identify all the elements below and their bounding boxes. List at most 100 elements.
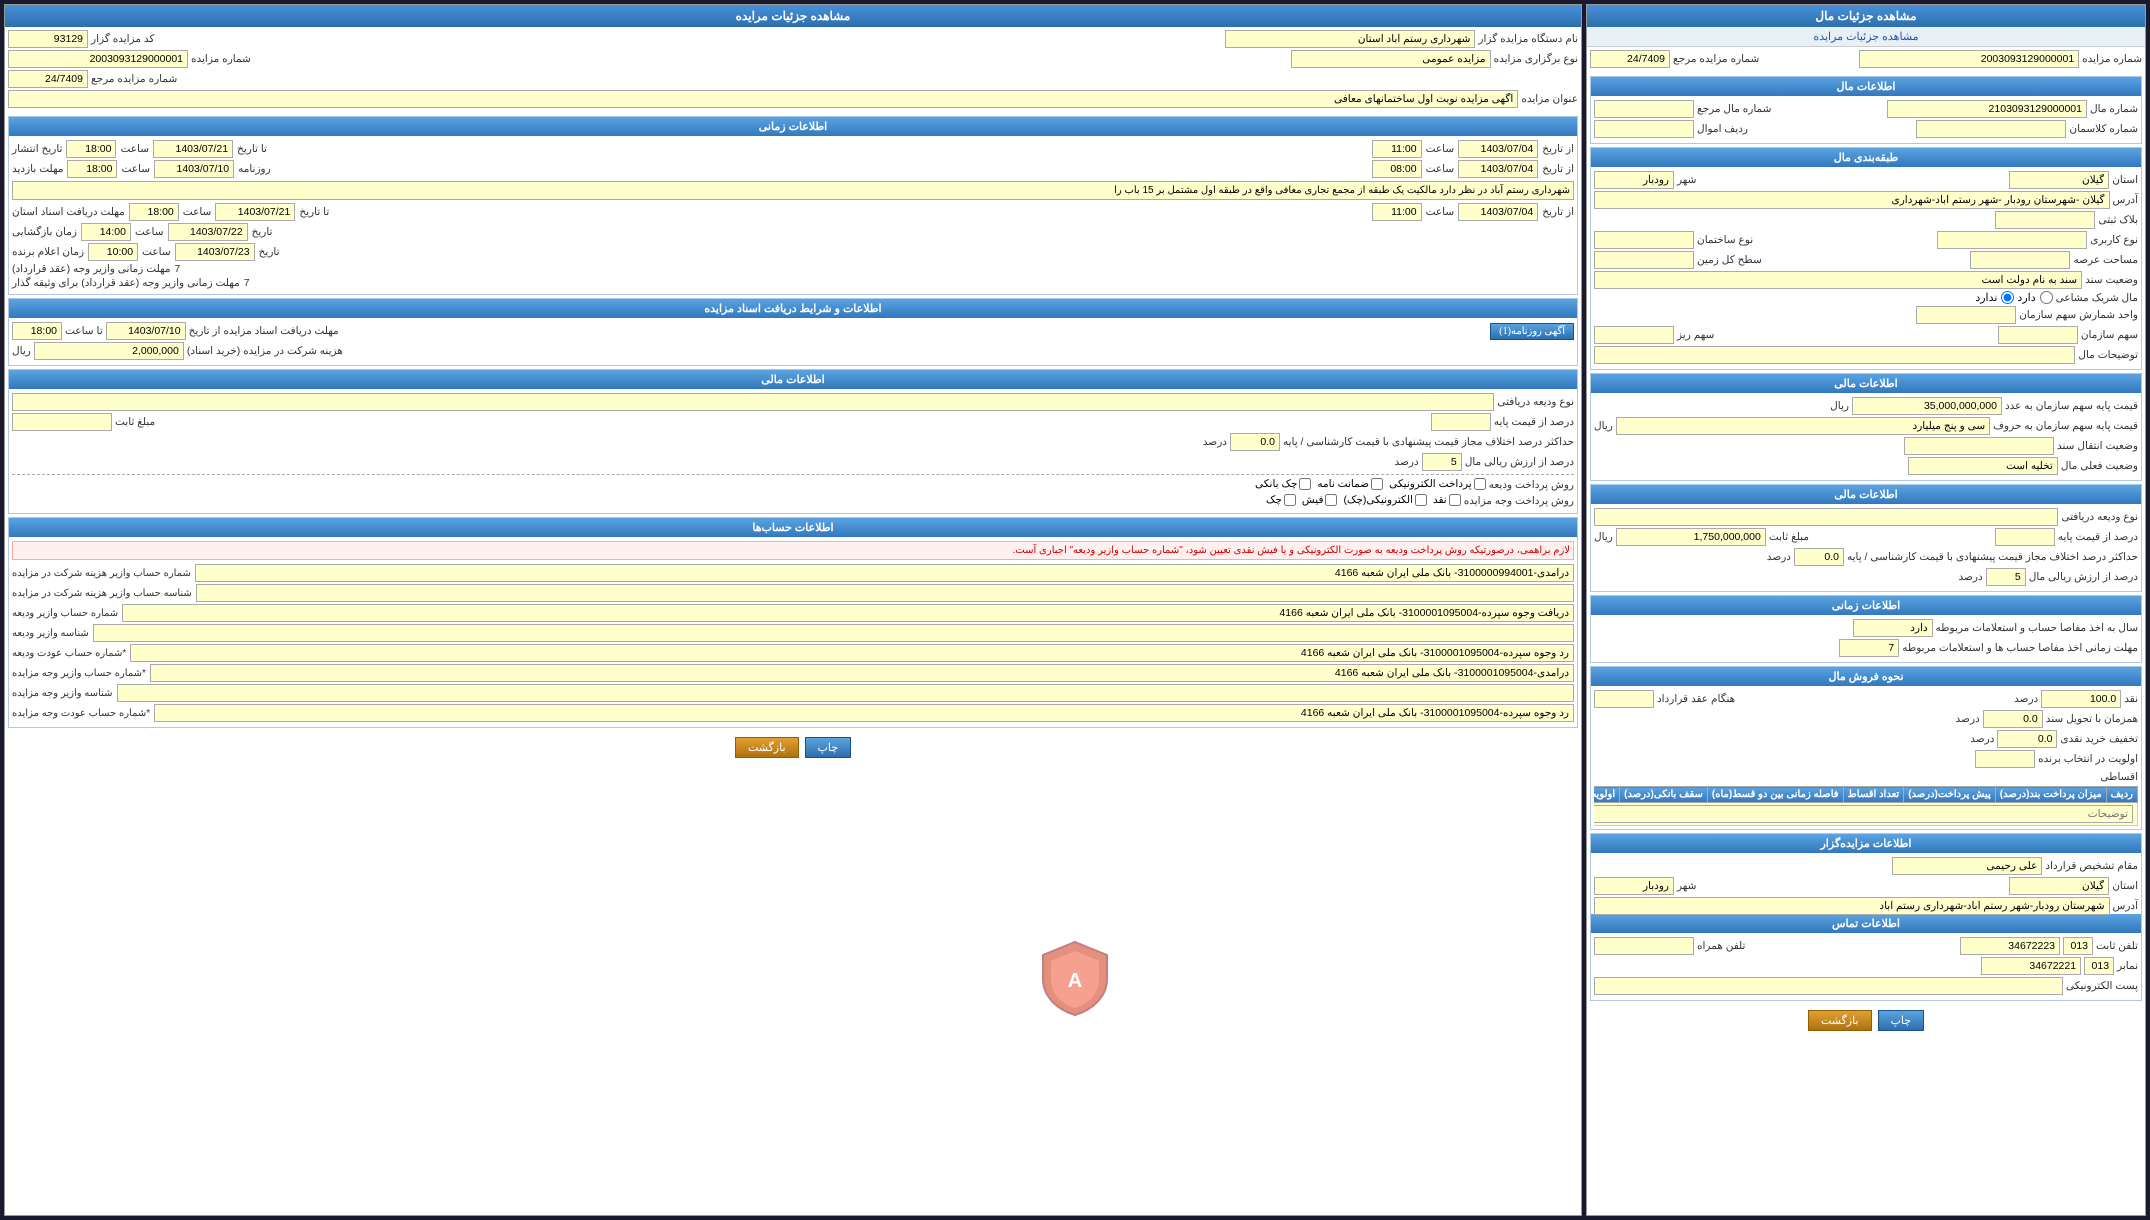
pay-cash-check[interactable] <box>1449 494 1461 506</box>
base-pct-input-r[interactable] <box>1431 413 1491 431</box>
participation-fee-input[interactable] <box>34 342 184 360</box>
left-print-button[interactable]: چاپ <box>1878 1010 1925 1031</box>
org-riz-input[interactable] <box>1594 326 1674 344</box>
receipt-from-time[interactable] <box>1372 203 1422 221</box>
partner-no-label[interactable]: ندارد <box>1975 291 2014 304</box>
discount-input[interactable] <box>1997 730 2057 748</box>
block-input[interactable] <box>1995 211 2095 229</box>
base-letter-input[interactable] <box>1616 417 1990 435</box>
price-diff-input-r[interactable] <box>1230 433 1280 451</box>
fixed-input-r[interactable] <box>12 413 112 431</box>
priority-input[interactable] <box>1975 750 2035 768</box>
pay-check-label[interactable]: چک بانکی <box>1255 478 1311 490</box>
pub-to-time[interactable] <box>66 140 116 158</box>
fax-num[interactable] <box>1981 957 2081 975</box>
mal-source-input[interactable] <box>1594 100 1694 118</box>
rep-input[interactable] <box>1892 857 2042 875</box>
area-input[interactable] <box>1970 251 2070 269</box>
opening-time[interactable] <box>81 223 131 241</box>
pay-fish-label[interactable]: فیش <box>1302 494 1338 506</box>
base-pct-input2[interactable] <box>1995 528 2055 546</box>
program-btn[interactable]: آگهی روزنامه(1) <box>1490 323 1574 340</box>
right-print-button[interactable]: چاپ <box>805 737 852 758</box>
receipt-to-time[interactable] <box>129 203 179 221</box>
eviction-input[interactable] <box>1908 457 2058 475</box>
total-area-input[interactable] <box>1594 251 1694 269</box>
fax-code[interactable] <box>2084 957 2114 975</box>
tel-code[interactable] <box>2063 937 2093 955</box>
address-input[interactable] <box>1594 191 2110 209</box>
building-type-input[interactable] <box>1594 231 1694 249</box>
tel-num[interactable] <box>1960 937 2060 955</box>
doc-transfer-input[interactable] <box>1983 710 2043 728</box>
city-input[interactable] <box>1594 171 1674 189</box>
right-back-button[interactable]: بازگشت <box>735 737 799 758</box>
account-input[interactable] <box>1853 619 1933 637</box>
receipt-from-date[interactable] <box>1458 203 1538 221</box>
pay-electronic-check[interactable] <box>1474 478 1486 490</box>
pay-guarantee-label[interactable]: ضمانت نامه <box>1317 478 1383 490</box>
pay-elec-check-label[interactable]: الکترونیکی(چک) <box>1343 494 1426 506</box>
time-account-input[interactable] <box>1839 639 1899 657</box>
account-val-2[interactable] <box>122 604 1574 622</box>
income-type-input[interactable] <box>1594 508 2058 526</box>
announce-time[interactable] <box>88 243 138 261</box>
fixed-input2[interactable] <box>1616 528 1766 546</box>
cash-input[interactable] <box>2041 690 2121 708</box>
deadline-from-date[interactable] <box>1458 160 1538 178</box>
auction-code-input[interactable] <box>8 30 88 48</box>
doc-to-time[interactable] <box>12 322 62 340</box>
deposit-type-input[interactable] <box>12 393 1494 411</box>
user-type-input[interactable] <box>1937 231 2087 249</box>
tender-id-input[interactable] <box>1859 50 2079 68</box>
org-input[interactable] <box>1998 326 2078 344</box>
pay-guarantee-check[interactable] <box>1371 478 1383 490</box>
account-val-5[interactable] <box>150 664 1574 682</box>
pay-elec-check-check[interactable] <box>1415 494 1427 506</box>
deadline-to-time[interactable] <box>67 160 117 178</box>
pub-to-date[interactable] <box>153 140 233 158</box>
type-input[interactable] <box>1594 120 1694 138</box>
transfer-input[interactable] <box>1904 437 2054 455</box>
receipt-to-date[interactable] <box>215 203 295 221</box>
org-city-input[interactable] <box>1594 877 1674 895</box>
account-val-4[interactable] <box>130 644 1574 662</box>
desc-input[interactable] <box>1594 346 2075 364</box>
left-back-button[interactable]: بازگشت <box>1808 1010 1872 1031</box>
contract-input[interactable] <box>1594 690 1654 708</box>
pay-check2-check[interactable] <box>1284 494 1296 506</box>
account-val-0[interactable] <box>195 564 1574 582</box>
pay-electronic-label[interactable]: پرداخت الکترونیکی <box>1389 478 1486 490</box>
base-price-input[interactable] <box>1852 397 2002 415</box>
pay-fish-check[interactable] <box>1325 494 1337 506</box>
partner-has-radio[interactable] <box>2040 291 2053 304</box>
doc-from-date[interactable] <box>106 322 186 340</box>
partner-has-label[interactable]: دارد <box>2017 291 2052 304</box>
breadcrumb-link[interactable]: مشاهده جزئیات مرایده <box>1813 31 1918 43</box>
arzi-input-r[interactable] <box>1422 453 1462 471</box>
deadline-to-date[interactable] <box>154 160 234 178</box>
classman-input[interactable] <box>1916 120 2066 138</box>
org-share-input[interactable] <box>1916 306 2016 324</box>
pub-from-date[interactable] <box>1458 140 1538 158</box>
deadline-from-time[interactable] <box>1372 160 1422 178</box>
doc-status-input[interactable] <box>1594 271 2082 289</box>
title-input-r[interactable] <box>8 90 1518 108</box>
pay-cash-label[interactable]: نقد <box>1433 494 1461 506</box>
partner-no-radio[interactable] <box>2001 291 2014 304</box>
arzi-input2[interactable] <box>1986 568 2026 586</box>
left-breadcrumb[interactable]: مشاهده جزئیات مرایده <box>1587 27 2145 47</box>
ref-number-input[interactable] <box>8 70 88 88</box>
account-val-6[interactable] <box>117 684 1574 702</box>
account-val-1[interactable] <box>196 584 1574 602</box>
price-diff-input2[interactable] <box>1794 548 1844 566</box>
notes-input[interactable] <box>1594 805 2133 823</box>
email-input[interactable] <box>1594 977 2063 995</box>
org-input-r[interactable] <box>1225 30 1475 48</box>
opening-date[interactable] <box>168 223 248 241</box>
org-address-input[interactable] <box>1594 897 2110 915</box>
account-val-7[interactable] <box>154 704 1574 722</box>
mal-number-input[interactable] <box>1887 100 2087 118</box>
pay-check-check[interactable] <box>1299 478 1311 490</box>
announce-date[interactable] <box>175 243 255 261</box>
